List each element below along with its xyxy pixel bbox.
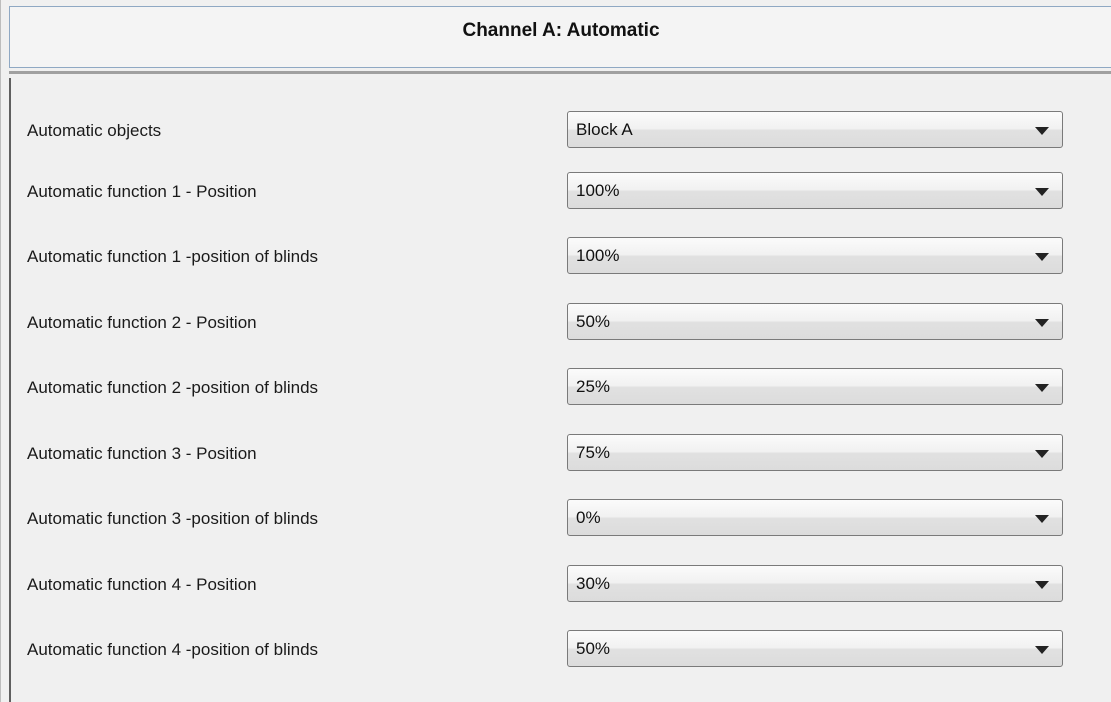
parameter-row-function-4-position: Automatic function 4 - Position 30% bbox=[11, 562, 1111, 607]
selected-value: 0% bbox=[576, 507, 601, 527]
parameter-row-function-3-blinds: Automatic function 3 -position of blinds… bbox=[11, 496, 1111, 541]
parameter-label: Automatic function 1 - Position bbox=[27, 181, 257, 201]
chevron-down-icon bbox=[1035, 515, 1049, 523]
parameter-list: Automatic objects Block A Automatic func… bbox=[9, 78, 1111, 702]
parameter-label: Automatic function 3 - Position bbox=[27, 443, 257, 463]
function-3-blinds-select[interactable]: 0% bbox=[567, 499, 1063, 536]
parameter-row-automatic-objects: Automatic objects Block A bbox=[11, 108, 1111, 153]
function-2-blinds-select[interactable]: 25% bbox=[567, 368, 1063, 405]
parameter-row-function-2-blinds: Automatic function 2 -position of blinds… bbox=[11, 365, 1111, 410]
selected-value: 50% bbox=[576, 638, 611, 658]
function-1-position-select[interactable]: 100% bbox=[567, 172, 1063, 209]
parameter-row-function-1-blinds: Automatic function 1 -position of blinds… bbox=[11, 234, 1111, 279]
parameter-label: Automatic function 4 -position of blinds bbox=[27, 639, 319, 659]
parameter-window: Channel A: Automatic Automatic objects B… bbox=[0, 0, 1111, 702]
chevron-down-icon bbox=[1035, 253, 1049, 261]
selected-value: 50% bbox=[576, 311, 611, 331]
chevron-down-icon bbox=[1035, 450, 1049, 458]
chevron-down-icon bbox=[1035, 319, 1049, 327]
function-3-position-select[interactable]: 75% bbox=[567, 434, 1063, 471]
function-4-blinds-select[interactable]: 50% bbox=[567, 630, 1063, 667]
automatic-objects-select[interactable]: Block A bbox=[567, 111, 1063, 148]
parameter-label: Automatic objects bbox=[27, 120, 162, 140]
parameter-label: Automatic function 2 -position of blinds bbox=[27, 377, 319, 397]
parameter-row-function-3-position: Automatic function 3 - Position 75% bbox=[11, 431, 1111, 476]
parameter-label: Automatic function 1 -position of blinds bbox=[27, 246, 319, 266]
selected-value: 75% bbox=[576, 442, 611, 462]
parameter-row-function-4-blinds: Automatic function 4 -position of blinds… bbox=[11, 627, 1111, 672]
parameter-label: Automatic function 3 -position of blinds bbox=[27, 508, 319, 528]
parameter-row-function-1-position: Automatic function 1 - Position 100% bbox=[11, 169, 1111, 214]
chevron-down-icon bbox=[1035, 646, 1049, 654]
title-divider bbox=[9, 71, 1111, 74]
chevron-down-icon bbox=[1035, 188, 1049, 196]
parameter-label: Automatic function 4 - Position bbox=[27, 574, 257, 594]
selected-value: 100% bbox=[576, 180, 620, 200]
parameter-row-function-2-position: Automatic function 2 - Position 50% bbox=[11, 300, 1111, 345]
title-bar: Channel A: Automatic bbox=[9, 6, 1111, 68]
selected-value: 100% bbox=[576, 245, 620, 265]
chevron-down-icon bbox=[1035, 384, 1049, 392]
chevron-down-icon bbox=[1035, 581, 1049, 589]
function-2-position-select[interactable]: 50% bbox=[567, 303, 1063, 340]
selected-value: 30% bbox=[576, 573, 611, 593]
chevron-down-icon bbox=[1035, 127, 1049, 135]
selected-value: 25% bbox=[576, 376, 611, 396]
function-1-blinds-select[interactable]: 100% bbox=[567, 237, 1063, 274]
selected-value: Block A bbox=[576, 119, 633, 139]
page-title: Channel A: Automatic bbox=[462, 20, 660, 41]
parameter-label: Automatic function 2 - Position bbox=[27, 312, 257, 332]
function-4-position-select[interactable]: 30% bbox=[567, 565, 1063, 602]
